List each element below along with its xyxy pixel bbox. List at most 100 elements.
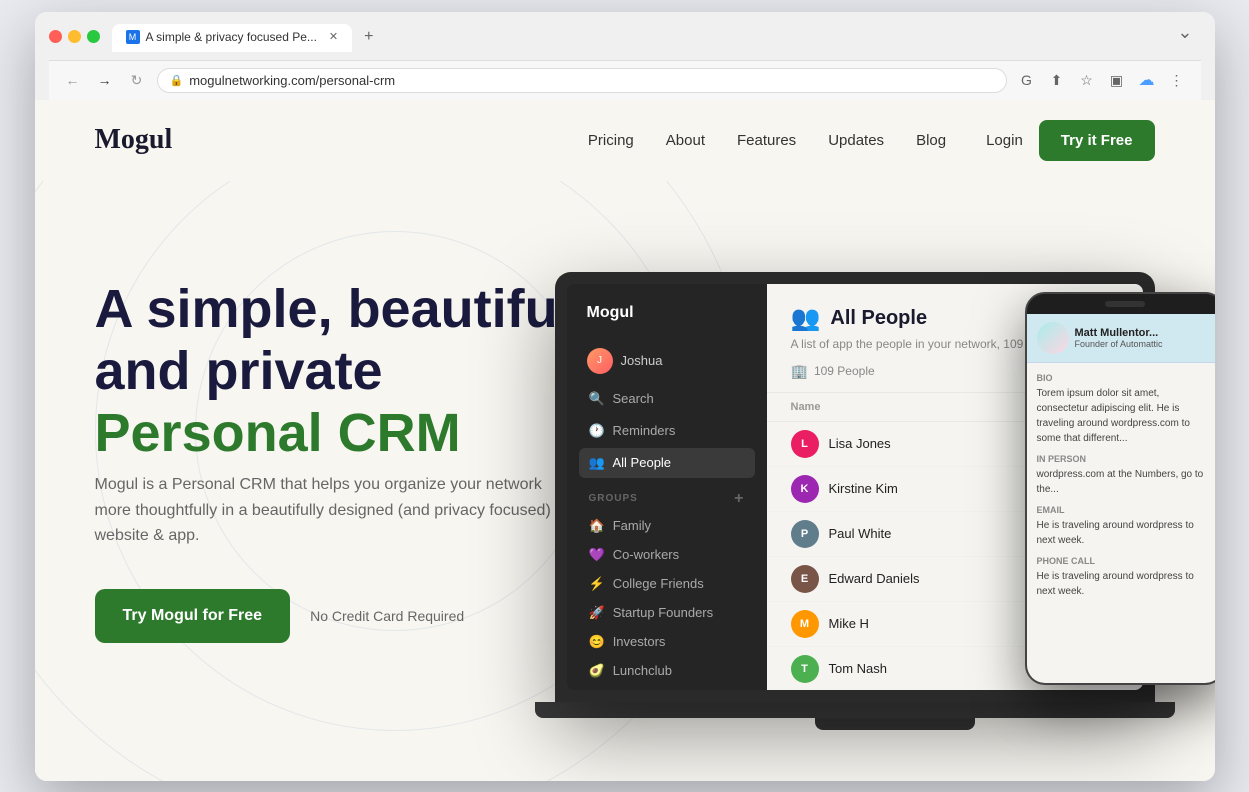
browser-window: M A simple & privacy focused Pe... ✕ + ⌄… [35, 12, 1215, 781]
person-name-tom: Tom Nash [829, 661, 1029, 676]
nav-actions: Login Try it Free [986, 120, 1154, 161]
extension-icon[interactable]: ☁ [1135, 68, 1159, 92]
mobile-phone-label: Phone Call [1037, 556, 1213, 566]
maximize-button[interactable] [87, 30, 100, 43]
main-page-icon: 👥 [791, 304, 821, 333]
back-button[interactable]: ← [61, 68, 85, 92]
nav-links: Pricing About Features Updates Blog [588, 132, 946, 149]
mobile-mockup: Matt Mullentor... Founder of Automattic … [1025, 292, 1215, 685]
traffic-lights [49, 30, 100, 43]
mobile-avatar [1037, 322, 1069, 354]
nav-updates[interactable]: Updates [828, 132, 884, 149]
nav-features[interactable]: Features [737, 132, 796, 149]
sidebar-username: Joshua [621, 353, 663, 368]
tab-title: A simple & privacy focused Pe... [146, 30, 317, 44]
sidebar-all-people-label: All People [613, 455, 672, 470]
avatar-lisa: L [791, 430, 819, 458]
close-button[interactable] [49, 30, 62, 43]
col-name-header: Name [791, 401, 1039, 413]
group-family[interactable]: 🏠 Family [579, 512, 755, 540]
mobile-person-name: Matt Mullentor... [1075, 327, 1163, 339]
minimize-chrome-icon[interactable]: ⌄ [1177, 22, 1192, 43]
google-icon[interactable]: G [1015, 68, 1039, 92]
sidebar-item-all-people[interactable]: 👥 All People [579, 448, 755, 478]
sidebar-logo: Mogul [579, 300, 755, 326]
browser-toolbar: ← → ↻ 🔒 mogulnetworking.com/personal-crm… [49, 60, 1201, 100]
group-mentors[interactable]: 🙏 Mentors [579, 686, 755, 690]
app-sidebar: Mogul J Joshua 🔍 Search [567, 284, 767, 690]
reload-button[interactable]: ↻ [125, 68, 149, 92]
group-college-friends[interactable]: ⚡ College Friends [579, 570, 755, 598]
tab-close-icon[interactable]: ✕ [329, 30, 338, 43]
mobile-in-person-content: wordpress.com at the Numbers, go to the.… [1037, 467, 1213, 497]
sidebar-user[interactable]: J Joshua [579, 342, 755, 380]
hero-title-line2: and private [95, 341, 383, 401]
mobile-bio-section: Bio Torem ipsum dolor sit amet, consecte… [1037, 373, 1213, 446]
address-bar[interactable]: 🔒 mogulnetworking.com/personal-crm [157, 68, 1007, 93]
group-investors-label: Investors [613, 634, 666, 649]
avatar-paul: P [791, 520, 819, 548]
lunchclub-icon: 🥑 [589, 663, 605, 679]
groups-section-label: GROUPS + [579, 480, 755, 512]
active-tab[interactable]: M A simple & privacy focused Pe... ✕ [112, 24, 353, 52]
mobile-content: Bio Torem ipsum dolor sit amet, consecte… [1027, 363, 1215, 683]
person-name-paul: Paul White [829, 526, 1029, 541]
sidebar-item-search[interactable]: 🔍 Search [579, 384, 755, 414]
avatar-edward: E [791, 565, 819, 593]
new-tab-button[interactable]: + [354, 22, 383, 52]
sidebar-item-reminders[interactable]: 🕐 Reminders [579, 416, 755, 446]
app-mockup: Mogul J Joshua 🔍 Search [555, 181, 1215, 781]
hero-cta-row: Try Mogul for Free No Credit Card Requir… [95, 589, 615, 643]
hero-title-green: Personal CRM [95, 402, 615, 464]
hero-section: A simple, beautiful and private Personal… [35, 181, 1215, 781]
nav-blog[interactable]: Blog [916, 132, 946, 149]
sidebar-reminders-label: Reminders [613, 423, 676, 438]
group-college-label: College Friends [613, 576, 704, 591]
group-investors[interactable]: 😊 Investors [579, 628, 755, 656]
no-credit-card-text: No Credit Card Required [310, 608, 464, 624]
try-it-free-button[interactable]: Try it Free [1039, 120, 1155, 161]
add-group-button[interactable]: + [734, 490, 744, 508]
mobile-bio-content: Torem ipsum dolor sit amet, consectetur … [1037, 386, 1213, 446]
notch-bar [1105, 301, 1145, 307]
group-startup-founders[interactable]: 🚀 Startup Founders [579, 599, 755, 627]
college-friends-icon: ⚡ [589, 576, 605, 592]
laptop-base [535, 702, 1175, 718]
nav-pricing[interactable]: Pricing [588, 132, 634, 149]
browser-titlebar: M A simple & privacy focused Pe... ✕ + ⌄ [49, 22, 1201, 52]
group-coworkers[interactable]: 💜 Co-workers [579, 541, 755, 569]
site-logo[interactable]: Mogul [95, 124, 173, 156]
bookmark-icon[interactable]: ☆ [1075, 68, 1099, 92]
group-coworkers-label: Co-workers [613, 547, 679, 562]
menu-icon[interactable]: ⋮ [1165, 68, 1189, 92]
avatar-mike: M [791, 610, 819, 638]
forward-button[interactable]: → [93, 68, 117, 92]
minimize-button[interactable] [68, 30, 81, 43]
mobile-bio-label: Bio [1037, 373, 1213, 383]
user-avatar: J [587, 348, 613, 374]
avatar-tom: T [791, 655, 819, 683]
avatar-kirstine: K [791, 475, 819, 503]
group-lunchclub[interactable]: 🥑 Lunchclub [579, 657, 755, 685]
hero-left: A simple, beautiful and private Personal… [95, 278, 615, 643]
hero-title: A simple, beautiful and private Personal… [95, 278, 615, 464]
url-text: mogulnetworking.com/personal-crm [189, 73, 395, 88]
tab-favicon: M [126, 30, 140, 44]
coworkers-icon: 💜 [589, 547, 605, 563]
startup-founders-icon: 🚀 [589, 605, 605, 621]
reminders-icon: 🕐 [589, 423, 605, 439]
hero-subtitle: Mogul is a Personal CRM that helps you o… [95, 472, 555, 549]
person-name-mike: Mike H [829, 616, 1029, 631]
hero-cta-button[interactable]: Try Mogul for Free [95, 589, 291, 643]
search-icon: 🔍 [589, 391, 605, 407]
group-family-label: Family [613, 518, 651, 533]
reader-mode-icon[interactable]: ▣ [1105, 68, 1129, 92]
nav-about[interactable]: About [666, 132, 705, 149]
person-name-edward: Edward Daniels [829, 571, 1029, 586]
lock-icon: 🔒 [170, 74, 184, 87]
share-icon[interactable]: ⬆ [1045, 68, 1069, 92]
mobile-person-role: Founder of Automattic [1075, 339, 1163, 349]
login-button[interactable]: Login [986, 132, 1023, 149]
mobile-in-person-label: In Person [1037, 454, 1213, 464]
family-icon: 🏠 [589, 518, 605, 534]
